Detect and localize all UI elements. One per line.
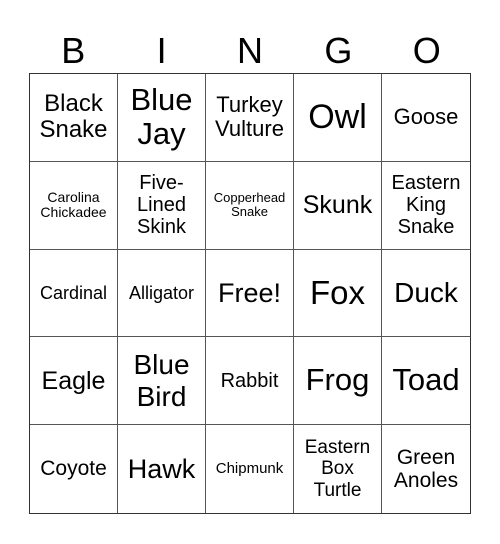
bingo-cell[interactable]: Black Snake	[30, 74, 118, 162]
bingo-cell[interactable]: Carolina Chickadee	[30, 161, 118, 250]
bingo-cell[interactable]: Eastern Box Turtle	[294, 425, 382, 513]
free-space-cell[interactable]: Free!	[206, 249, 294, 338]
bingo-cell[interactable]: Eastern King Snake	[382, 162, 470, 250]
bingo-cell[interactable]: Chipmunk	[206, 425, 294, 513]
bingo-cell[interactable]: Coyote	[30, 425, 118, 513]
header-letter-b: B	[61, 30, 86, 71]
bingo-cell[interactable]: Blue Bird	[118, 337, 206, 426]
bingo-cell[interactable]: Duck	[382, 250, 470, 338]
header-letter-o: O	[412, 30, 441, 71]
bingo-cell[interactable]: Toad	[382, 337, 470, 426]
bingo-cell[interactable]: Blue Jay	[118, 74, 206, 162]
bingo-cell[interactable]: Skunk	[294, 161, 382, 250]
bingo-cell[interactable]: Green Anoles	[382, 425, 470, 513]
bingo-grid: Black Snake Blue Jay Turkey Vulture Owl …	[29, 73, 471, 514]
bingo-cell[interactable]: Hawk	[118, 425, 206, 513]
bingo-cell[interactable]: Alligator	[118, 249, 206, 338]
bingo-cell[interactable]: Goose	[382, 74, 470, 162]
bingo-cell[interactable]: Frog	[294, 337, 382, 426]
header-letter-n: N	[236, 30, 263, 71]
bingo-header: B I N G O	[29, 30, 471, 72]
bingo-cell[interactable]: Turkey Vulture	[206, 74, 294, 162]
bingo-cell[interactable]: Fox	[294, 249, 382, 338]
bingo-cell[interactable]: Owl	[294, 74, 382, 162]
bingo-cell[interactable]: Eagle	[30, 337, 118, 426]
bingo-cell[interactable]: Rabbit	[206, 337, 294, 426]
bingo-cell[interactable]: Five-Lined Skink	[118, 161, 206, 250]
header-letter-i: I	[156, 30, 167, 71]
bingo-cell[interactable]: Cardinal	[30, 249, 118, 338]
header-letter-g: G	[324, 30, 353, 71]
bingo-cell[interactable]: Copperhead Snake	[206, 161, 294, 250]
